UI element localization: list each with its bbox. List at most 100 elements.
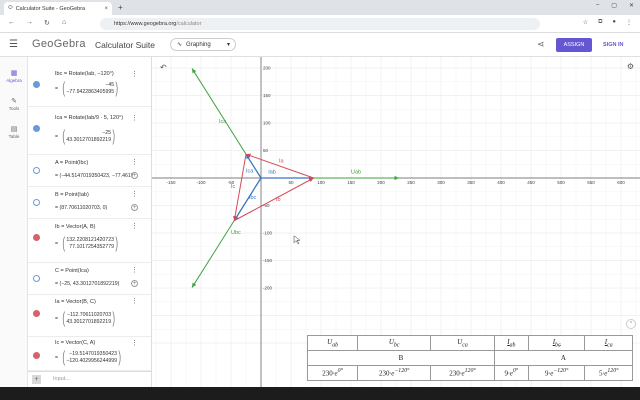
chevron-up-icon[interactable]: ⌃ — [626, 319, 636, 329]
vector-y: 77.1017254352779 — [69, 244, 114, 250]
more-icon[interactable]: ⋮ — [626, 19, 632, 26]
cursor-icon — [293, 235, 301, 245]
sign-in-link[interactable]: SIGN IN — [603, 42, 623, 48]
more-options-icon[interactable]: ⋮ — [131, 70, 138, 78]
url-host: https://www.geogebra.org — [114, 21, 177, 27]
tool-tools[interactable]: ✎ Tools — [0, 97, 28, 111]
algebra-value: = (−44.5147019350423, −77.4617 — [55, 173, 134, 179]
more-options-icon[interactable]: ⋮ — [131, 266, 138, 274]
table-cell: 9·e0° — [493, 365, 529, 381]
y-tick-label: -100 — [263, 231, 273, 236]
more-options-icon[interactable]: ⋮ — [131, 158, 138, 166]
algebra-command[interactable]: Ia = Vector(B, C) — [55, 299, 96, 305]
tool-algebra[interactable]: ▦ Algebra — [0, 69, 28, 83]
more-options-icon[interactable]: ⋮ — [131, 297, 138, 305]
visibility-toggle[interactable] — [33, 199, 40, 206]
vector-y: −120.4029956244999 — [66, 358, 117, 364]
visibility-toggle[interactable] — [33, 275, 40, 282]
slider-icon[interactable]: + — [131, 280, 138, 287]
visibility-toggle[interactable] — [33, 125, 40, 132]
view-switcher: ▦ Algebra ✎ Tools ▤ Table — [0, 57, 28, 387]
new-tab-button[interactable]: + — [118, 3, 123, 12]
maximize-button[interactable]: ▢ — [611, 2, 617, 9]
reload-icon[interactable]: ↻ — [44, 19, 50, 27]
tool-table[interactable]: ▤ Table — [0, 125, 28, 139]
algebra-command[interactable]: C = Point(Ica) — [55, 268, 89, 274]
algebra-row-ic[interactable]: Ic = Vector(C, A) ⋮ =( −19.5147019350423… — [28, 337, 151, 371]
algebra-command[interactable]: B = Point(Iab) — [55, 192, 89, 198]
share-icon[interactable]: ⋖ — [537, 39, 545, 50]
visibility-toggle[interactable] — [33, 310, 40, 317]
algebra-command[interactable]: A = Point(Ibc) — [55, 160, 88, 166]
suite-title: Calculator Suite — [95, 40, 156, 50]
more-options-icon[interactable]: ⋮ — [131, 222, 138, 230]
table-header-uab: Uab — [306, 335, 359, 351]
gear-icon[interactable]: ⚙ — [627, 62, 634, 71]
close-window-button[interactable]: ✕ — [629, 2, 634, 9]
address-bar-icons: ☆ ⧉ ● ⋮ — [583, 19, 632, 26]
x-tick-label: 150 — [347, 180, 355, 185]
url-field[interactable]: https://www.geogebra.org/calculator — [100, 18, 540, 30]
table-header-ica: Ica — [584, 335, 633, 351]
algebra-row-a[interactable]: A = Point(Ibc) ⋮ = (−44.5147019350423, −… — [28, 155, 151, 187]
x-tick-label: -150 — [166, 180, 176, 185]
algebra-command[interactable]: Ic = Vector(C, A) — [55, 340, 95, 346]
home-icon[interactable]: ⌂ — [62, 19, 66, 26]
more-options-icon[interactable]: ⋮ — [131, 114, 138, 122]
algebra-command[interactable]: Ica = Rotate(Iab/9 · 5, 120°) — [55, 115, 123, 121]
algebra-row-ibc[interactable]: Ibc = Rotate(Iab, −120°) ⋮ =( −45 −77.942… — [28, 67, 151, 107]
back-icon[interactable]: ← — [8, 19, 15, 26]
table-cell: 230·e−120° — [357, 365, 432, 381]
table-icon: ▤ — [10, 126, 18, 133]
assign-button[interactable]: ASSIGN — [556, 38, 592, 52]
y-tick-label: -200 — [263, 286, 273, 291]
algebra-command[interactable]: Ibc = Rotate(Iab, −120°) — [55, 71, 114, 77]
tool-tools-label: Tools — [8, 106, 20, 111]
more-options-icon[interactable]: ⋮ — [131, 339, 138, 347]
label-ica-top: Ica — [219, 119, 227, 125]
visibility-toggle[interactable] — [33, 81, 40, 88]
algebra-input[interactable]: Input... — [53, 376, 70, 382]
menu-icon[interactable]: ☰ — [9, 39, 18, 50]
star-icon[interactable]: ☆ — [583, 19, 588, 26]
algebra-row-ica[interactable]: Ica = Rotate(Iab/9 · 5, 120°) ⋮ =( −25 43… — [28, 107, 151, 155]
visibility-toggle[interactable] — [33, 167, 40, 174]
algebra-row-b[interactable]: B = Point(Iab) ⋮ = (87.7061102070​3, 0) … — [28, 187, 151, 219]
more-options-icon[interactable]: ⋮ — [131, 190, 138, 198]
url-path: /calculator — [176, 21, 202, 27]
slider-icon[interactable]: + — [131, 172, 138, 179]
forward-icon[interactable]: → — [26, 19, 33, 26]
extensions-icon[interactable]: ⧉ — [598, 19, 602, 26]
vector-x: −25 — [102, 129, 112, 136]
undo-icon[interactable]: ↶ — [160, 63, 167, 72]
algebra-input-row[interactable]: + Input... — [28, 371, 151, 387]
algebra-value: =( −45 −77.9422863405995 ) — [55, 80, 119, 97]
add-icon[interactable]: + — [32, 375, 41, 384]
x-tick-label: -100 — [196, 180, 206, 185]
x-tick-label: 500 — [557, 180, 565, 185]
y-tick-label: 200 — [263, 66, 271, 71]
tab-close-icon[interactable]: × — [104, 6, 108, 12]
algebra-row-ia[interactable]: Ia = Vector(B, C) ⋮ =( −112.706110207​03… — [28, 295, 151, 337]
app-header: ☰ GeoGebra Calculator Suite ∿ Graphing ▾… — [0, 33, 640, 57]
table-group-row: B A — [307, 350, 634, 366]
algebra-command[interactable]: Ib = Vector(A, B) — [55, 224, 96, 230]
algebra-row-ib[interactable]: Ib = Vector(A, B) ⋮ =( 132.2208121420723… — [28, 219, 151, 263]
vector-x: −19.5147019350423 — [69, 350, 117, 357]
app-select-dropdown[interactable]: ∿ Graphing ▾ — [170, 38, 236, 51]
slider-icon[interactable]: + — [131, 204, 138, 211]
x-tick-label: 600 — [617, 180, 625, 185]
taskbar — [0, 387, 640, 400]
profile-icon[interactable]: ● — [612, 19, 616, 26]
vector-y: 43.3012701892219 — [66, 319, 112, 325]
vector-y: −77.9422863405995 — [66, 89, 115, 95]
label-ubc: Ubc — [231, 230, 241, 236]
minimize-button[interactable]: – — [596, 2, 599, 9]
label-ib: Ib — [276, 197, 281, 203]
table-header-ubc: Ubc — [357, 335, 432, 351]
visibility-toggle[interactable] — [33, 234, 40, 241]
visibility-toggle[interactable] — [33, 352, 40, 359]
x-tick-label: 50 — [288, 180, 294, 185]
algebra-row-c[interactable]: C = Point(Ica) ⋮ = (−25, 43.301270189221… — [28, 263, 151, 295]
browser-tab[interactable]: ⬭ Calculator Suite - GeoGebra × — [4, 2, 112, 15]
